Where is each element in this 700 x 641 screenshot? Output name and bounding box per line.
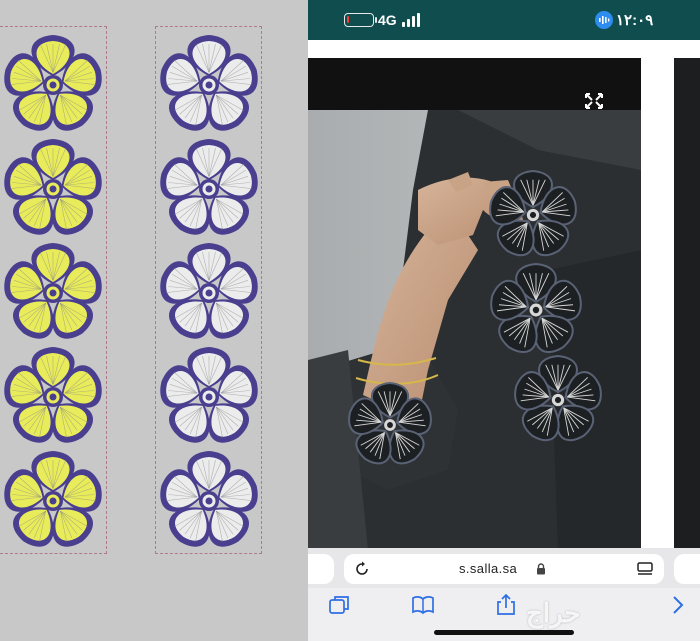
haraj-watermark: حراج bbox=[526, 598, 581, 628]
next-image-edge bbox=[674, 58, 700, 548]
yellow-embroidery-flower bbox=[4, 243, 102, 339]
white-embroidery-flower bbox=[160, 451, 258, 547]
network-type: 4G bbox=[378, 12, 397, 28]
home-indicator bbox=[434, 630, 574, 635]
next-tab-preview[interactable] bbox=[674, 554, 700, 584]
yellow-flower-strip bbox=[0, 26, 107, 554]
tabs-icon[interactable] bbox=[328, 594, 352, 616]
reload-icon[interactable] bbox=[354, 561, 370, 577]
share-icon[interactable] bbox=[494, 594, 518, 616]
reader-mode-icon[interactable] bbox=[637, 562, 653, 576]
voice-recording-indicator[interactable]: ١٢:٠٩ bbox=[595, 10, 661, 30]
yellow-embroidery-flower bbox=[4, 139, 102, 235]
phone-screen: 4G ١٢:٠٩ s.salla.sa حراج bbox=[308, 0, 700, 641]
status-bar: 4G ١٢:٠٩ bbox=[308, 0, 700, 40]
forward-icon[interactable] bbox=[666, 594, 690, 616]
white-embroidery-flower bbox=[160, 243, 258, 339]
expand-arrows-icon[interactable] bbox=[584, 92, 604, 110]
white-embroidery-flower bbox=[160, 35, 258, 131]
signal-bars-icon bbox=[402, 13, 424, 27]
product-photo[interactable] bbox=[308, 110, 641, 550]
white-embroidery-flower bbox=[160, 139, 258, 235]
battery-tip bbox=[375, 17, 377, 23]
yellow-embroidery-flower bbox=[4, 451, 102, 547]
previous-tab-preview[interactable] bbox=[308, 554, 334, 584]
yellow-embroidery-flower bbox=[4, 35, 102, 131]
white-flower-column bbox=[160, 35, 258, 547]
yellow-flower-column bbox=[4, 35, 102, 547]
bookmarks-icon[interactable] bbox=[411, 594, 435, 616]
screenshot-root: 4G ١٢:٠٩ s.salla.sa حراج bbox=[0, 0, 700, 641]
lock-icon bbox=[537, 563, 545, 575]
embroidery-design-panel bbox=[0, 0, 308, 641]
battery-level bbox=[347, 16, 350, 23]
browser-toolbar: حراج bbox=[308, 588, 700, 641]
abaya-sleeve-photo bbox=[308, 110, 641, 550]
address-bar[interactable]: s.salla.sa bbox=[344, 554, 664, 584]
url-text[interactable]: s.salla.sa bbox=[459, 561, 517, 576]
waveform-icon bbox=[595, 11, 613, 29]
clock-time: ١٢:٠٩ bbox=[616, 12, 654, 29]
white-flower-strip bbox=[155, 26, 262, 554]
address-bar-area: s.salla.sa bbox=[308, 548, 700, 588]
yellow-embroidery-flower bbox=[4, 347, 102, 443]
battery-icon bbox=[344, 13, 374, 27]
white-embroidery-flower bbox=[160, 347, 258, 443]
